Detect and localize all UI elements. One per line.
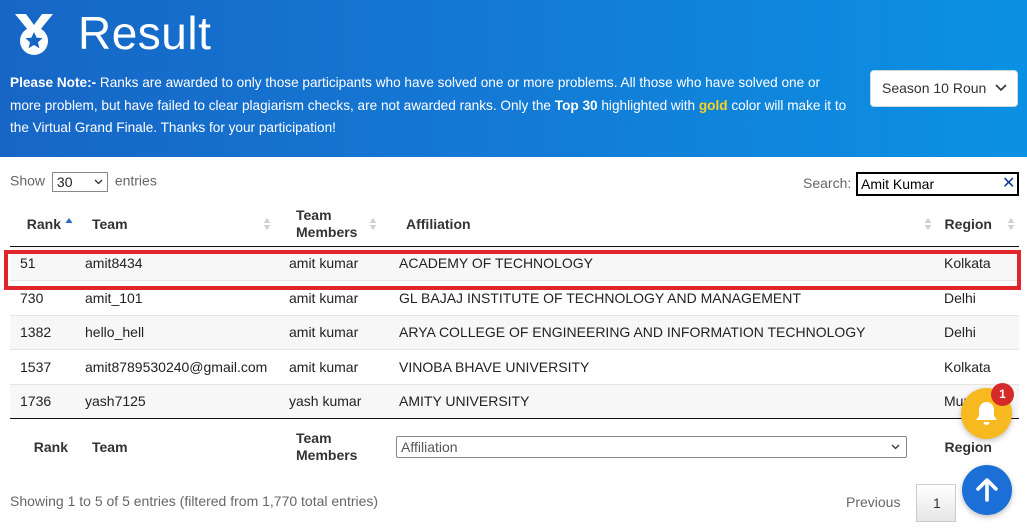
notification-badge: 1 bbox=[991, 383, 1014, 406]
column-label: Region bbox=[944, 216, 992, 233]
sort-icon bbox=[1007, 218, 1015, 230]
cell-members: amit kumar bbox=[279, 245, 389, 281]
cell-affiliation: ARYA COLLEGE OF ENGINEERING AND INFORMAT… bbox=[389, 314, 934, 350]
table-row[interactable]: 1736 yash7125 yash kumar AMITY UNIVERSIT… bbox=[10, 383, 1019, 419]
show-entries: Show 30 entries bbox=[10, 172, 157, 192]
search-label: Search: bbox=[803, 175, 852, 191]
column-header-affiliation[interactable]: Affiliation bbox=[389, 203, 934, 247]
cell-team: hello_hell bbox=[75, 314, 279, 350]
cell-members: yash kumar bbox=[279, 383, 389, 419]
clear-search-icon[interactable]: ✕ bbox=[1002, 176, 1015, 192]
cell-affiliation: ACADEMY OF TECHNOLOGY bbox=[389, 245, 934, 281]
table-footer-row: Rank Team Team Members Affiliation Region bbox=[10, 418, 1019, 475]
cell-region: Delhi bbox=[934, 314, 1019, 350]
entries-label: entries bbox=[114, 172, 157, 189]
cell-members: amit kumar bbox=[279, 314, 389, 350]
table-controls: Show 30 entries Search: ✕ bbox=[0, 164, 1027, 200]
sort-asc-icon bbox=[65, 218, 73, 223]
cell-region: Kolkata bbox=[934, 349, 1019, 384]
footer-team: Team bbox=[75, 418, 279, 475]
footer-label: Team bbox=[296, 429, 332, 446]
table-row[interactable]: 1382 hello_hell amit kumar ARYA COLLEGE … bbox=[10, 314, 1019, 350]
column-label: Team bbox=[92, 216, 128, 233]
results-table: Rank Team Team Members Affiliation Region bbox=[10, 203, 1019, 475]
column-label: Members bbox=[296, 224, 358, 241]
search-input[interactable] bbox=[856, 172, 1019, 196]
column-label: Team bbox=[296, 207, 332, 224]
cell-members: amit kumar bbox=[279, 349, 389, 384]
footer-affiliation: Affiliation bbox=[389, 418, 934, 475]
table-header-row: Rank Team Team Members Affiliation Region bbox=[10, 203, 1019, 247]
previous-button[interactable]: Previous bbox=[846, 494, 900, 510]
footer-label: Members bbox=[296, 446, 358, 463]
sort-icon bbox=[924, 218, 932, 230]
note-top: Top 30 bbox=[554, 97, 598, 113]
cell-affiliation: AMITY UNIVERSITY bbox=[389, 383, 934, 419]
table-row[interactable]: 730 amit_101 amit kumar GL BAJAJ INSTITU… bbox=[10, 280, 1019, 315]
column-label: Rank bbox=[26, 216, 61, 233]
chevron-down-icon bbox=[987, 71, 1017, 106]
cell-team: amit8434 bbox=[75, 245, 279, 281]
column-header-rank[interactable]: Rank bbox=[10, 203, 75, 247]
note-text: Please Note:- Ranks are awarded to only … bbox=[10, 72, 852, 140]
column-header-team[interactable]: Team bbox=[75, 203, 279, 247]
sort-icon bbox=[263, 218, 271, 230]
note-label: Please Note:- bbox=[10, 75, 97, 90]
result-banner: Result Please Note:- Ranks are awarded t… bbox=[0, 0, 1027, 157]
table-row[interactable]: 1537 amit8789530240@gmail.com amit kumar… bbox=[10, 349, 1019, 384]
page-1-button[interactable]: 1 bbox=[916, 484, 956, 522]
table-row[interactable]: 51 amit8434 amit kumar ACADEMY OF TECHNO… bbox=[10, 245, 1019, 281]
scroll-to-top-button[interactable] bbox=[962, 465, 1012, 515]
entries-value: 30 bbox=[56, 174, 73, 190]
cell-affiliation: GL BAJAJ INSTITUTE OF TECHNOLOGY AND MAN… bbox=[389, 280, 934, 315]
show-label: Show bbox=[10, 172, 46, 189]
medal-icon bbox=[15, 14, 53, 55]
entries-select[interactable]: 30 bbox=[51, 172, 108, 192]
page-title: Result bbox=[78, 7, 212, 59]
cell-rank: 730 bbox=[10, 280, 75, 315]
cell-members: amit kumar bbox=[279, 280, 389, 315]
chevron-down-icon bbox=[94, 179, 103, 185]
season-round-select[interactable]: Season 10 Round 1 bbox=[870, 70, 1018, 107]
affiliation-filter-select[interactable]: Affiliation bbox=[396, 435, 907, 458]
cell-team: amit8789530240@gmail.com bbox=[75, 349, 279, 384]
footer-team-members: Team Members bbox=[279, 418, 389, 475]
note-part2: highlighted with bbox=[597, 97, 699, 113]
arrow-up-icon bbox=[976, 478, 998, 502]
cell-team: amit_101 bbox=[75, 280, 279, 315]
chevron-down-icon bbox=[891, 444, 900, 450]
cell-rank: 51 bbox=[10, 245, 75, 281]
cell-affiliation: VINOBA BHAVE UNIVERSITY bbox=[389, 349, 934, 384]
cell-region: Delhi bbox=[934, 280, 1019, 315]
cell-region: Kolkata bbox=[934, 245, 1019, 281]
table-info: Showing 1 to 5 of 5 entries (filtered fr… bbox=[10, 493, 379, 509]
cell-rank: 1537 bbox=[10, 349, 75, 384]
column-header-team-members[interactable]: Team Members bbox=[279, 203, 389, 247]
sort-icon bbox=[369, 218, 377, 230]
cell-team: yash7125 bbox=[75, 383, 279, 419]
affiliation-filter-value: Affiliation bbox=[401, 438, 458, 455]
footer-rank: Rank bbox=[10, 418, 75, 475]
column-label: Affiliation bbox=[406, 216, 471, 233]
column-header-region[interactable]: Region bbox=[934, 203, 1019, 247]
cell-rank: 1736 bbox=[10, 383, 75, 419]
cell-rank: 1382 bbox=[10, 314, 75, 350]
note-gold: gold bbox=[698, 97, 728, 113]
